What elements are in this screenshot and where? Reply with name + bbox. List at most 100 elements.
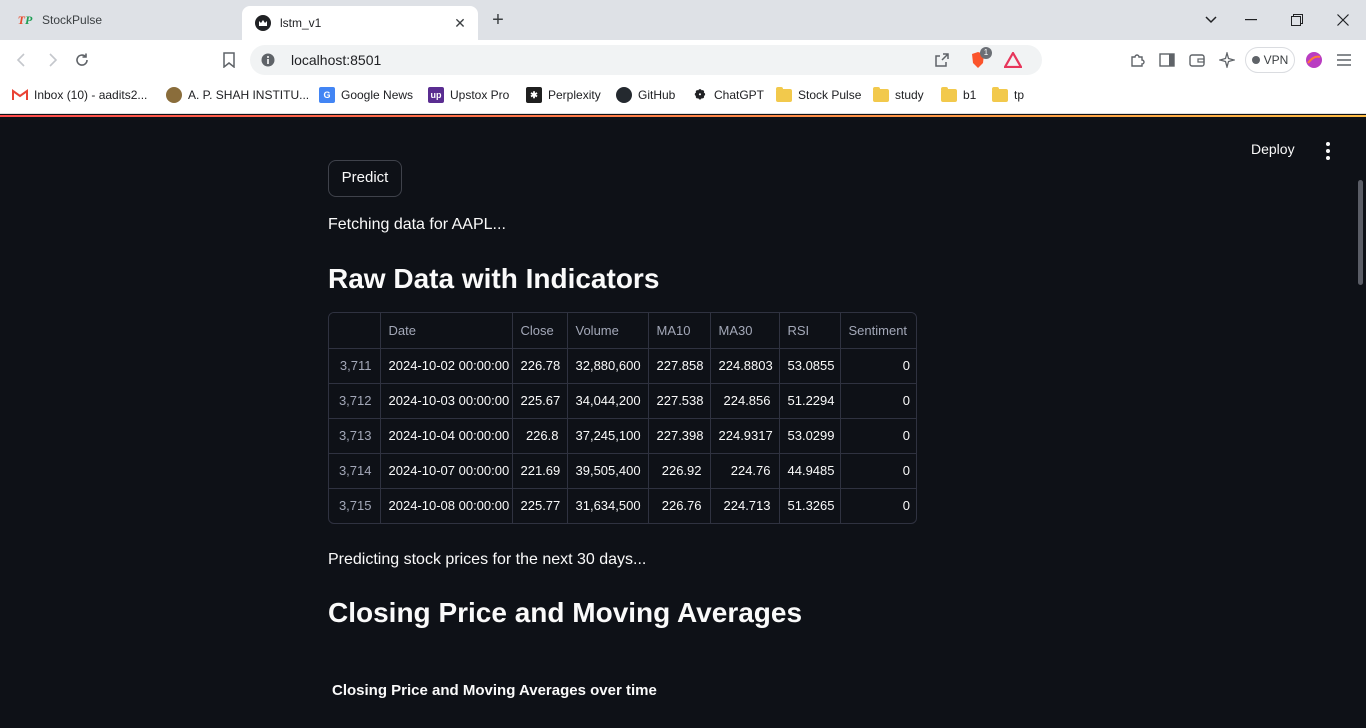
forward-arrow-icon[interactable] bbox=[42, 50, 62, 70]
streamlit-header-decoration bbox=[0, 115, 1366, 117]
deploy-button[interactable]: Deploy bbox=[1251, 141, 1295, 157]
volume-cell[interactable]: 39,505,400 bbox=[567, 453, 649, 489]
sentiment-cell[interactable]: 0 bbox=[840, 488, 916, 523]
bookmark-label: Inbox (10) - aadits2... bbox=[34, 88, 148, 102]
close-cell[interactable]: 226.8 bbox=[512, 418, 568, 454]
rsi-cell[interactable]: 53.0299 bbox=[779, 418, 841, 454]
volume-cell[interactable]: 31,634,500 bbox=[567, 488, 649, 523]
close-cell[interactable]: 221.69 bbox=[512, 453, 568, 489]
column-header-rsi[interactable]: RSI bbox=[779, 313, 841, 349]
bookmark-icon[interactable] bbox=[219, 50, 239, 70]
folder-icon bbox=[992, 86, 1008, 102]
ma30-cell[interactable]: 224.856 bbox=[710, 383, 780, 419]
column-header-close[interactable]: Close bbox=[512, 313, 568, 349]
site-info-icon[interactable] bbox=[258, 50, 278, 70]
close-cell[interactable]: 225.67 bbox=[512, 383, 568, 419]
brave-shields-icon[interactable]: 1 bbox=[968, 47, 992, 70]
menu-hamburger-icon[interactable] bbox=[1334, 50, 1354, 70]
bookmark-perplexity[interactable]: ✱ Perplexity bbox=[526, 86, 601, 104]
ma10-cell[interactable]: 227.858 bbox=[648, 348, 711, 384]
sentiment-cell[interactable]: 0 bbox=[840, 418, 916, 454]
volume-cell[interactable]: 32,880,600 bbox=[567, 348, 649, 384]
sentiment-cell[interactable]: 0 bbox=[840, 348, 916, 384]
sidebar-toggle-icon[interactable] bbox=[1157, 50, 1177, 70]
bookmark-google-news[interactable]: G Google News bbox=[319, 86, 413, 104]
google-news-icon: G bbox=[319, 87, 335, 103]
extensions-puzzle-icon[interactable] bbox=[1127, 50, 1147, 70]
tab-strip: TP StockPulse lstm_v1 ✕ + bbox=[0, 0, 1366, 40]
row-index-cell: 3,715 bbox=[329, 488, 381, 523]
table-row: 3,711 2024-10-02 00:00:00 226.78 32,880,… bbox=[329, 348, 916, 384]
minimize-icon[interactable] bbox=[1241, 10, 1261, 30]
bookmark-folder-tp[interactable]: tp bbox=[992, 86, 1024, 104]
url-text[interactable]: localhost:8501 bbox=[291, 52, 381, 68]
ma10-cell[interactable]: 226.92 bbox=[648, 453, 711, 489]
streamlit-crown-icon bbox=[255, 15, 271, 31]
date-cell[interactable]: 2024-10-08 00:00:00 bbox=[380, 488, 513, 523]
tab-search-chevron-icon[interactable] bbox=[1201, 10, 1221, 30]
close-tab-icon[interactable]: ✕ bbox=[452, 15, 468, 31]
new-tab-button[interactable]: + bbox=[488, 10, 508, 30]
bookmark-label: study bbox=[895, 88, 924, 102]
bookmark-label: ChatGPT bbox=[714, 88, 765, 102]
tab-stockpulse[interactable]: TP StockPulse bbox=[0, 0, 240, 40]
back-arrow-icon[interactable] bbox=[12, 50, 32, 70]
column-header-sentiment[interactable]: Sentiment bbox=[840, 313, 916, 349]
close-window-icon[interactable] bbox=[1333, 10, 1353, 30]
bookmark-inbox[interactable]: Inbox (10) - aadits2... bbox=[12, 86, 147, 104]
rsi-cell[interactable]: 53.0855 bbox=[779, 348, 841, 384]
raw-data-table[interactable]: Date Close Volume MA10 MA30 RSI Sentimen… bbox=[328, 312, 917, 524]
date-cell[interactable]: 2024-10-07 00:00:00 bbox=[380, 453, 513, 489]
ma10-cell[interactable]: 226.76 bbox=[648, 488, 711, 523]
bookmark-folder-stock-pulse[interactable]: Stock Pulse bbox=[776, 86, 861, 104]
bookmark-label: Perplexity bbox=[548, 88, 601, 102]
brave-rewards-icon[interactable] bbox=[1003, 50, 1023, 70]
volume-cell[interactable]: 34,044,200 bbox=[567, 383, 649, 419]
bookmark-ap-shah[interactable]: A. P. SHAH INSTITU... bbox=[166, 86, 309, 104]
volume-cell[interactable]: 37,245,100 bbox=[567, 418, 649, 454]
page-scrollbar[interactable] bbox=[1358, 180, 1363, 285]
table-row: 3,714 2024-10-07 00:00:00 221.69 39,505,… bbox=[329, 453, 916, 489]
date-cell[interactable]: 2024-10-02 00:00:00 bbox=[380, 348, 513, 384]
reload-icon[interactable] bbox=[72, 50, 92, 70]
leo-ai-sparkle-icon[interactable] bbox=[1217, 50, 1237, 70]
sentiment-cell[interactable]: 0 bbox=[840, 453, 916, 489]
rsi-cell[interactable]: 51.3265 bbox=[779, 488, 841, 523]
rsi-cell[interactable]: 51.2294 bbox=[779, 383, 841, 419]
table-row: 3,713 2024-10-04 00:00:00 226.8 37,245,1… bbox=[329, 418, 916, 454]
column-header-date[interactable]: Date bbox=[380, 313, 513, 349]
bookmark-chatgpt[interactable]: ❁ ChatGPT bbox=[692, 86, 764, 104]
tab-lstm-v1[interactable]: lstm_v1 ✕ bbox=[242, 6, 478, 40]
restore-icon[interactable] bbox=[1287, 10, 1307, 30]
predict-button[interactable]: Predict bbox=[328, 160, 402, 197]
bookmark-folder-study[interactable]: study bbox=[873, 86, 924, 104]
closing-price-heading: Closing Price and Moving Averages bbox=[328, 597, 803, 628]
column-header-ma30[interactable]: MA30 bbox=[710, 313, 780, 349]
column-header-volume[interactable]: Volume bbox=[567, 313, 649, 349]
rsi-cell[interactable]: 44.9485 bbox=[779, 453, 841, 489]
sentiment-cell[interactable]: 0 bbox=[840, 383, 916, 419]
date-cell[interactable]: 2024-10-03 00:00:00 bbox=[380, 383, 513, 419]
wallet-icon[interactable] bbox=[1187, 50, 1207, 70]
ma30-cell[interactable]: 224.9317 bbox=[710, 418, 780, 454]
table-header-row: Date Close Volume MA10 MA30 RSI Sentimen… bbox=[329, 313, 916, 349]
vpn-button[interactable]: VPN bbox=[1245, 47, 1295, 73]
perplexity-icon: ✱ bbox=[526, 87, 542, 103]
profile-avatar-icon[interactable] bbox=[1304, 50, 1324, 70]
ma10-cell[interactable]: 227.398 bbox=[648, 418, 711, 454]
column-header-ma10[interactable]: MA10 bbox=[648, 313, 711, 349]
bookmark-upstox[interactable]: up Upstox Pro bbox=[428, 86, 509, 104]
date-cell[interactable]: 2024-10-04 00:00:00 bbox=[380, 418, 513, 454]
upstox-icon: up bbox=[428, 87, 444, 103]
ma30-cell[interactable]: 224.8803 bbox=[710, 348, 780, 384]
main-menu-kebab-icon[interactable] bbox=[1318, 141, 1338, 161]
bookmark-folder-b1[interactable]: b1 bbox=[941, 86, 976, 104]
ma30-cell[interactable]: 224.76 bbox=[710, 453, 780, 489]
bookmark-github[interactable]: GitHub bbox=[616, 86, 675, 104]
close-cell[interactable]: 225.77 bbox=[512, 488, 568, 523]
ma10-cell[interactable]: 227.538 bbox=[648, 383, 711, 419]
share-icon[interactable] bbox=[932, 50, 952, 70]
stockpulse-favicon-icon: TP bbox=[17, 12, 33, 27]
close-cell[interactable]: 226.78 bbox=[512, 348, 568, 384]
ma30-cell[interactable]: 224.713 bbox=[710, 488, 780, 523]
